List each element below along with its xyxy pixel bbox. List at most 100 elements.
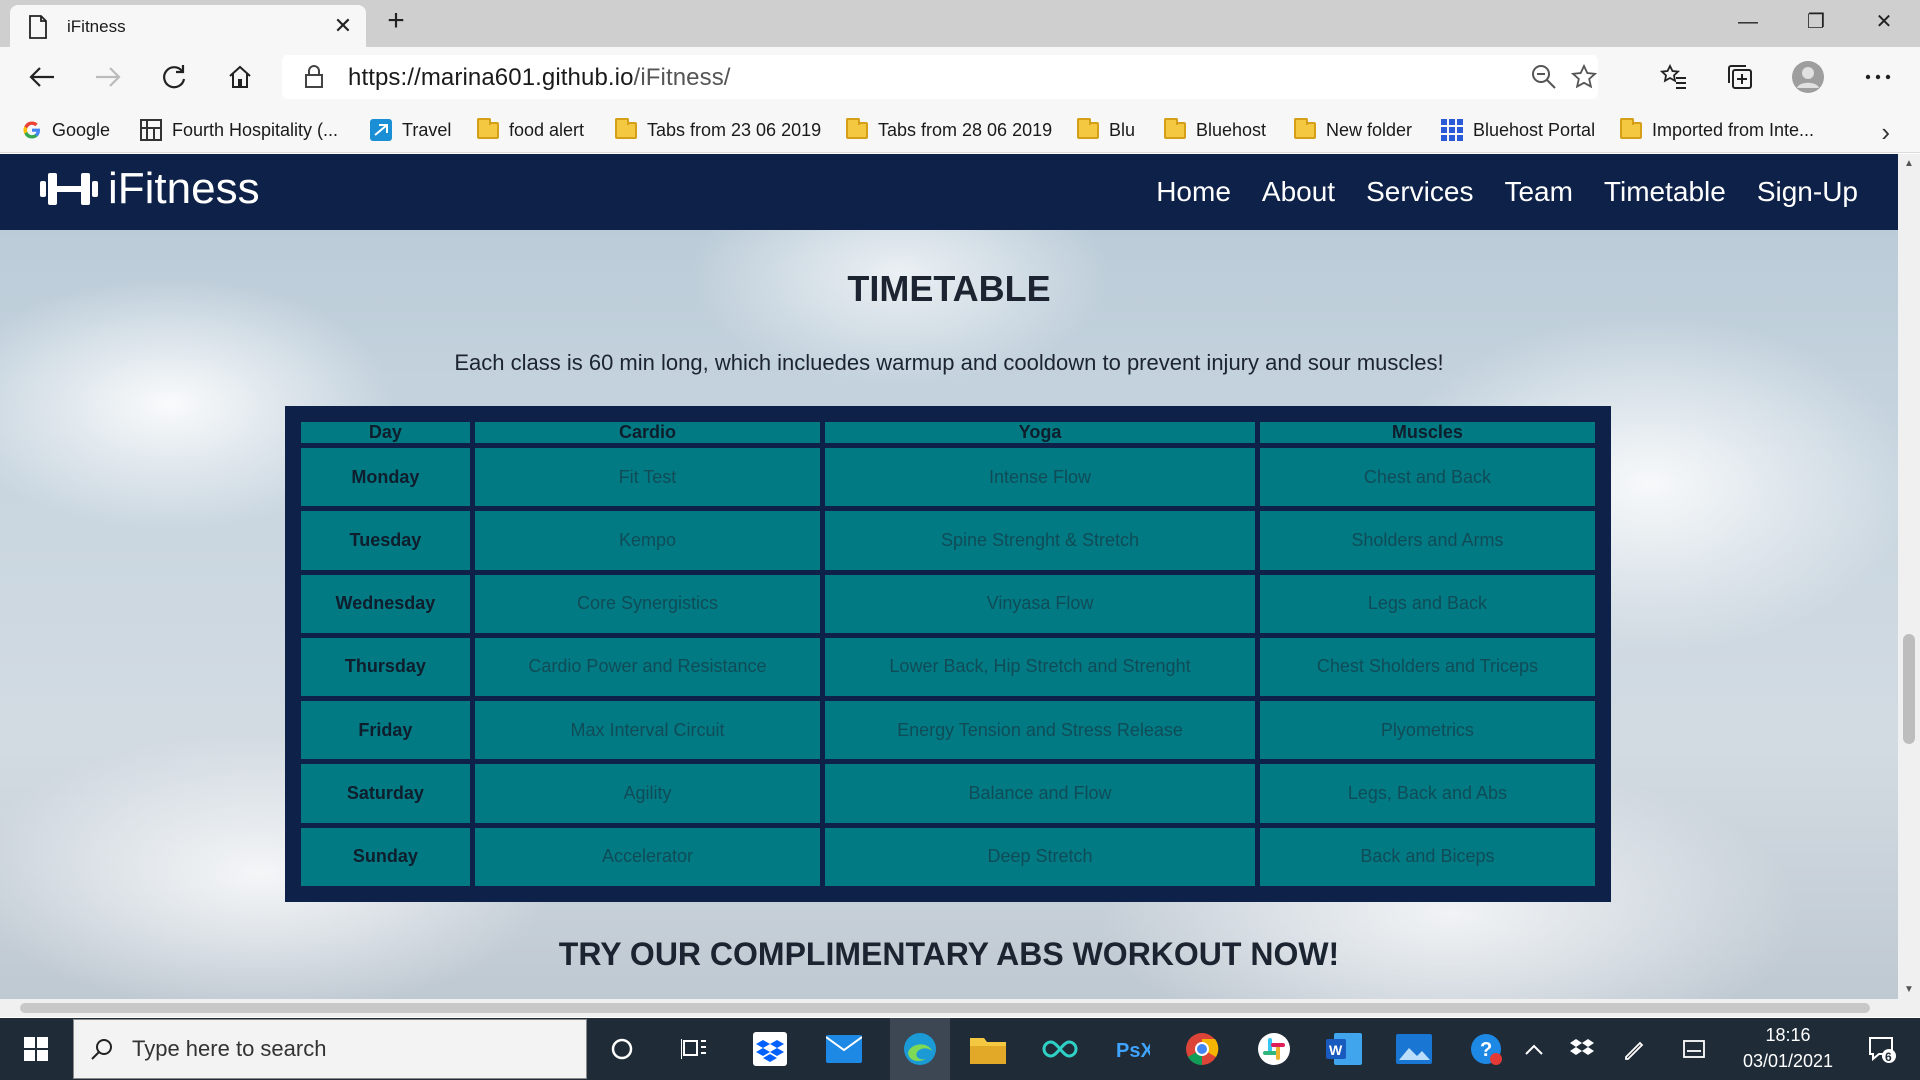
photos-app-icon[interactable]: [1392, 1027, 1436, 1071]
folder-icon: [1294, 117, 1316, 139]
favorite-star-icon[interactable]: [1564, 57, 1604, 97]
scroll-down-icon[interactable]: ▼: [1904, 984, 1914, 995]
url-host: https://marina601.github.io: [348, 64, 634, 91]
tab-close-icon[interactable]: ✕: [330, 13, 356, 39]
svg-text:W: W: [1329, 1042, 1343, 1058]
folder-icon: [477, 117, 499, 139]
header-cardio: Cardio: [474, 422, 821, 443]
timetable-table-container: Day Cardio Yoga Muscles Monday Fit Test …: [285, 406, 1611, 902]
bookmark-label: Imported from Inte...: [1652, 119, 1815, 140]
bookmark-label: Tabs from 28 06 2019: [878, 119, 1053, 140]
nav-services[interactable]: Services: [1366, 176, 1473, 208]
page-viewport: iFitness Home About Services Team Timeta…: [0, 154, 1898, 999]
bookmark-food-alert[interactable]: food alert: [477, 107, 584, 153]
scroll-up-icon[interactable]: ▲: [1904, 158, 1914, 169]
tab-title: iFitness: [67, 17, 126, 36]
nav-home[interactable]: Home: [1156, 176, 1231, 208]
horizontal-scrollbar[interactable]: [0, 999, 1898, 1017]
header-yoga: Yoga: [825, 422, 1255, 443]
bookmark-label: Bluehost Portal: [1473, 119, 1596, 140]
minimize-icon[interactable]: —: [1714, 0, 1782, 44]
favorites-list-icon[interactable]: [1654, 57, 1694, 97]
vertical-scroll-thumb[interactable]: [1903, 634, 1915, 744]
dropbox-app-icon[interactable]: [748, 1027, 792, 1071]
url-text[interactable]: https://marina601.github.io/iFitness/: [348, 64, 731, 92]
table-row: Monday Fit Test Intense Flow Chest and B…: [301, 448, 1595, 507]
bookmark-label: Bluehost: [1196, 119, 1267, 140]
table-row: Tuesday Kempo Spine Strenght & Stretch S…: [301, 511, 1595, 570]
notification-icon[interactable]: 6: [1858, 1027, 1906, 1071]
slack-app-icon[interactable]: [1252, 1027, 1296, 1071]
bookmark-travel[interactable]: Travel: [370, 107, 451, 153]
bookmark-label: Fourth Hospitality (...: [172, 119, 339, 140]
bookmark-bluehost[interactable]: Bluehost: [1164, 107, 1266, 153]
header-day: Day: [301, 422, 470, 443]
day-cell: Wednesday: [301, 574, 470, 633]
horizontal-scroll-thumb[interactable]: [20, 1003, 1870, 1013]
cortana-icon[interactable]: [600, 1027, 644, 1071]
restore-icon[interactable]: ❐: [1782, 0, 1850, 44]
home-icon[interactable]: [220, 57, 260, 97]
clock-time: 18:16: [1765, 1025, 1811, 1045]
taskbar-clock[interactable]: 18:16 03/01/2021: [1728, 1022, 1848, 1074]
chrome-app-icon[interactable]: [1180, 1027, 1224, 1071]
bookmark-fourth-hospitality[interactable]: Fourth Hospitality (...: [140, 107, 338, 153]
bookmark-new-folder[interactable]: New folder: [1294, 107, 1412, 153]
yoga-cell: Energy Tension and Stress Release: [825, 701, 1255, 760]
cardio-cell: Agility: [474, 764, 821, 823]
new-tab-icon[interactable]: +: [380, 6, 412, 38]
notification-count: 6: [1885, 1050, 1892, 1064]
header-muscles: Muscles: [1259, 422, 1595, 443]
bookmark-google[interactable]: Google: [22, 107, 110, 153]
bookmark-imported[interactable]: Imported from Inte...: [1620, 107, 1814, 153]
chevron-right-icon[interactable]: ›: [1881, 117, 1890, 148]
windows-start-icon[interactable]: [0, 1018, 72, 1080]
yoga-cell: Lower Back, Hip Stretch and Strenght: [825, 637, 1255, 697]
bookmark-tabs-28-06-2019[interactable]: Tabs from 28 06 2019: [846, 107, 1052, 153]
back-icon[interactable]: [22, 57, 62, 97]
bookmark-label: New folder: [1326, 119, 1413, 140]
refresh-icon[interactable]: [154, 57, 194, 97]
url-bar[interactable]: https://marina601.github.io/iFitness/: [282, 55, 1598, 99]
site-logo[interactable]: iFitness: [40, 164, 260, 214]
more-menu-icon[interactable]: [1858, 57, 1898, 97]
keyboard-icon[interactable]: [1672, 1027, 1716, 1071]
browser-tab[interactable]: iFitness ✕: [10, 5, 366, 47]
yoga-cell: Intense Flow: [825, 448, 1255, 507]
google-icon: [23, 121, 40, 139]
file-explorer-icon[interactable]: [966, 1027, 1010, 1071]
vertical-scrollbar[interactable]: ▲ ▼: [1898, 154, 1920, 999]
search-placeholder: Type here to search: [132, 1036, 327, 1061]
collections-icon[interactable]: [1720, 57, 1760, 97]
day-cell: Thursday: [301, 637, 470, 697]
task-view-icon[interactable]: [672, 1027, 716, 1071]
profile-avatar[interactable]: [1788, 57, 1828, 97]
nav-sign-up[interactable]: Sign-Up: [1757, 176, 1858, 208]
cardio-cell: Kempo: [474, 511, 821, 570]
infinity-app-icon[interactable]: [1038, 1027, 1082, 1071]
yoga-cell: Balance and Flow: [825, 764, 1255, 823]
help-app-icon[interactable]: ?: [1464, 1027, 1508, 1071]
nav-about[interactable]: About: [1262, 176, 1335, 208]
table-row: Thursday Cardio Power and Resistance Low…: [301, 637, 1595, 697]
window-close-icon[interactable]: ✕: [1850, 0, 1918, 44]
bookmark-bluehost-portal[interactable]: Bluehost Portal: [1441, 107, 1595, 153]
pen-icon[interactable]: [1612, 1027, 1656, 1071]
cardio-cell: Accelerator: [474, 827, 821, 886]
nav-timetable[interactable]: Timetable: [1604, 176, 1726, 208]
photoshop-express-icon[interactable]: PsX: [1110, 1027, 1154, 1071]
edge-app-icon[interactable]: [890, 1018, 950, 1080]
zoom-icon[interactable]: [1524, 57, 1564, 97]
word-app-icon[interactable]: W: [1322, 1027, 1366, 1071]
bookmark-tabs-23-06-2019[interactable]: Tabs from 23 06 2019: [615, 107, 821, 153]
day-cell: Sunday: [301, 827, 470, 886]
mail-app-icon[interactable]: [822, 1027, 866, 1071]
forward-icon[interactable]: [88, 57, 128, 97]
dropbox-tray-icon[interactable]: [1560, 1027, 1604, 1071]
chevron-up-icon[interactable]: [1512, 1027, 1556, 1071]
timetable-table: Day Cardio Yoga Muscles Monday Fit Test …: [296, 417, 1600, 891]
bookmark-blu[interactable]: Blu: [1077, 107, 1135, 153]
nav-team[interactable]: Team: [1504, 176, 1572, 208]
taskbar-search-box[interactable]: Type here to search: [73, 1019, 587, 1079]
cardio-cell: Fit Test: [474, 448, 821, 507]
